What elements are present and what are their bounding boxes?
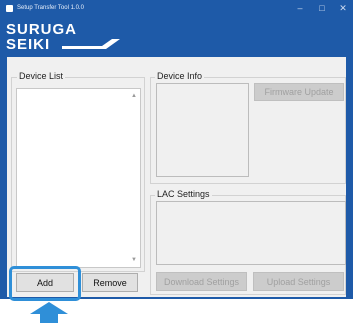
maximize-button[interactable]: □ xyxy=(312,2,332,15)
brand-swoosh-icon xyxy=(62,39,120,49)
device-list-scrollbar[interactable]: ▲ ▼ xyxy=(128,89,140,267)
client-area: Device List ▲ ▼ Device Info Firmware Upd… xyxy=(7,57,346,297)
window-title: Setup Transfer Tool 1.0.0 xyxy=(17,5,84,11)
brand-line1: SURUGA xyxy=(6,21,78,38)
device-info-label: Device Info xyxy=(155,71,205,82)
remove-button[interactable]: Remove xyxy=(82,273,138,292)
brand-line2: SEIKI xyxy=(6,36,51,53)
device-info-panel xyxy=(156,83,249,177)
up-arrow-icon xyxy=(30,302,68,323)
firmware-update-button[interactable]: Firmware Update xyxy=(254,83,344,101)
upload-settings-button[interactable]: Upload Settings xyxy=(253,272,344,291)
device-list-label: Device List xyxy=(17,71,66,82)
lac-settings-panel xyxy=(156,201,346,265)
add-button-highlight xyxy=(9,266,81,301)
lac-settings-label: LAC Settings xyxy=(155,189,212,200)
brand-logo: SURUGA SEIKI xyxy=(6,20,126,56)
close-button[interactable]: ✕ xyxy=(333,2,353,15)
download-settings-button[interactable]: Download Settings xyxy=(156,272,247,291)
app-icon xyxy=(6,5,13,12)
minimize-button[interactable]: – xyxy=(290,2,310,15)
scroll-up-icon[interactable]: ▲ xyxy=(128,91,140,101)
device-list-box[interactable]: ▲ ▼ xyxy=(16,88,141,268)
app-window: Setup Transfer Tool 1.0.0 – □ ✕ SURUGA S… xyxy=(0,0,353,299)
scroll-down-icon[interactable]: ▼ xyxy=(128,255,140,265)
title-bar: Setup Transfer Tool 1.0.0 – □ ✕ xyxy=(0,0,353,17)
